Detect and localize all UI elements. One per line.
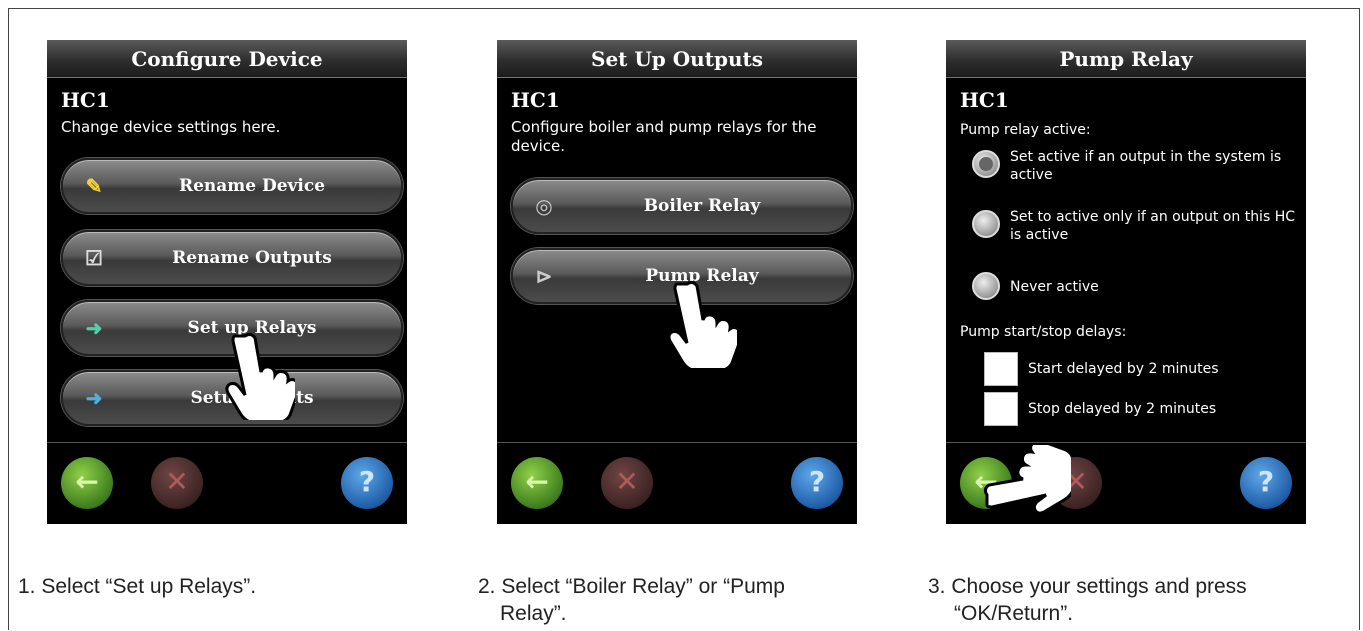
pump-relay-screen: Pump Relay HC1 Pump relay active: Set ac… [946, 40, 1306, 524]
step-2-caption: 2. Select “Boiler Relay” or “Pump Relay”… [478, 575, 785, 625]
device-name: HC1 [61, 88, 110, 112]
step-3-caption: 3. Choose your settings and press “OK/Re… [928, 575, 1247, 625]
rename-outputs-button[interactable]: ☑ Rename Outputs [61, 230, 403, 286]
radio-never-active[interactable] [972, 272, 1000, 300]
radio-label: Set to active only if an output on this … [1010, 209, 1295, 243]
relay-arrow-icon: ➜ [85, 316, 103, 340]
radio-label: Never active [1010, 279, 1099, 295]
configure-device-screen: Configure Device HC1 Change device setti… [47, 40, 407, 524]
screen-title: Configure Device [47, 40, 407, 78]
help-button[interactable]: ? [1240, 457, 1292, 509]
screen-footer: ← ✕ ? [497, 442, 857, 524]
stop-delay-checkbox[interactable] [984, 392, 1018, 426]
screen-title: Pump Relay [946, 40, 1306, 78]
step-1-caption: 1. Select “Set up Relays”. [18, 575, 257, 598]
checkbox-label: Stop delayed by 2 minutes [1028, 401, 1217, 417]
relay-active-label: Pump relay active: [960, 122, 1091, 138]
delays-label: Pump start/stop delays: [960, 324, 1127, 340]
set-up-outputs-screen: Set Up Outputs HC1 Configure boiler and … [497, 40, 857, 524]
boiler-relay-button[interactable]: ◎ Boiler Relay [511, 178, 853, 234]
start-delay-checkbox[interactable] [984, 352, 1018, 386]
pointing-hand-icon [983, 445, 1071, 515]
pointing-hand-icon [225, 332, 295, 420]
back-button[interactable]: ← [61, 457, 113, 509]
back-button[interactable]: ← [511, 457, 563, 509]
device-name: HC1 [511, 88, 560, 112]
pointing-hand-icon [667, 280, 737, 368]
radio-hc-active[interactable] [972, 210, 1000, 238]
help-button[interactable]: ? [341, 457, 393, 509]
checklist-icon: ☑ [85, 246, 103, 270]
input-arrow-icon: ➜ [85, 386, 103, 410]
cancel-button[interactable]: ✕ [151, 457, 203, 509]
checkbox-label: Start delayed by 2 minutes [1028, 361, 1219, 377]
device-name: HC1 [960, 88, 1009, 112]
screen-title: Set Up Outputs [497, 40, 857, 78]
radio-label: Set active if an output in the system is… [1010, 149, 1282, 183]
pump-icon: ⊳ [535, 264, 553, 288]
screen-description: Change device settings here. [61, 118, 281, 136]
screen-footer: ← ✕ ? [47, 442, 407, 524]
rename-device-button[interactable]: ✎ Rename Device [61, 158, 403, 214]
help-button[interactable]: ? [791, 457, 843, 509]
boiler-icon: ◎ [535, 194, 553, 218]
radio-system-active[interactable] [972, 150, 1000, 178]
screen-description: Configure boiler and pump relays for the… [511, 118, 817, 155]
cancel-button[interactable]: ✕ [601, 457, 653, 509]
pencil-icon: ✎ [85, 174, 103, 198]
